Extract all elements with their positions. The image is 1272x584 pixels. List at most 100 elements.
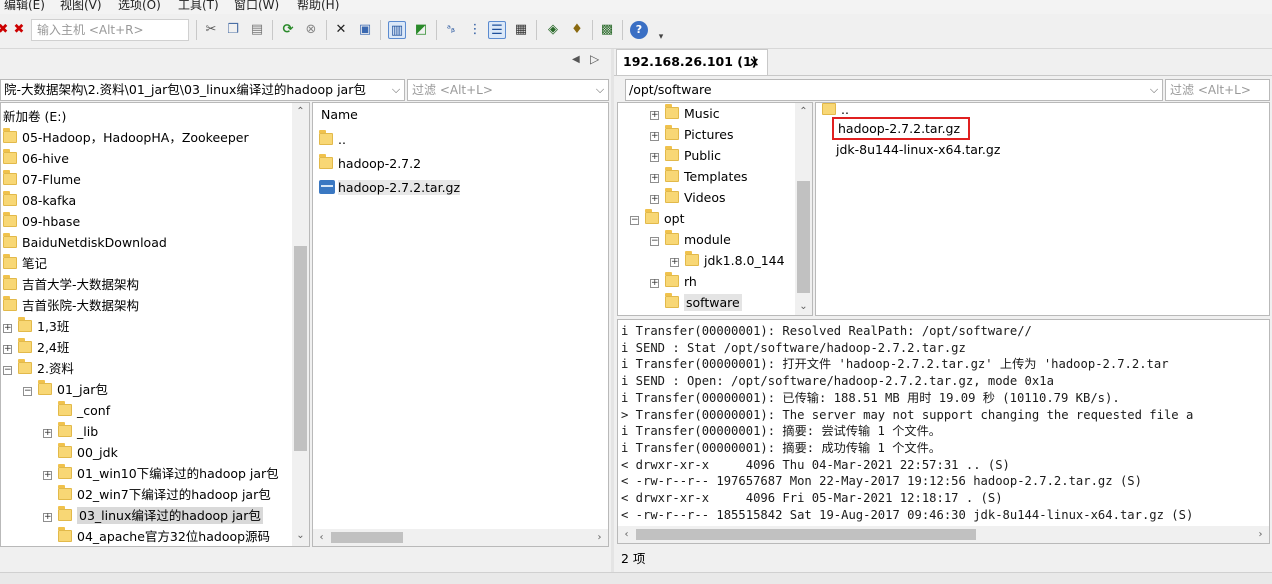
disconnect-all-icon[interactable]: ✖ <box>10 21 28 39</box>
stop-icon[interactable]: ⊗ <box>302 21 320 39</box>
tree-item[interactable]: 吉首张院-大数据架构 <box>3 295 139 316</box>
tree-item[interactable]: +2,4班 <box>3 337 69 358</box>
tree-item[interactable]: 05-Hadoop，HadoopHA，Zookeeper <box>3 127 249 148</box>
tree-item[interactable]: 04_apache官方32位hadoop源码 <box>43 526 270 546</box>
tree-item[interactable]: − 01_jar包 <box>23 379 108 400</box>
expand-icon[interactable]: + <box>650 279 659 288</box>
close-icon[interactable]: × <box>749 50 759 74</box>
scroll-left-icon[interactable]: ‹ <box>313 529 330 546</box>
tree-item[interactable]: _conf <box>43 400 110 421</box>
file-row[interactable]: hadoop-2.7.2.tar.gz <box>822 117 971 140</box>
rename-icon[interactable]: ᵃᵦ <box>442 21 460 39</box>
local-tree-scrollbar[interactable]: ⌃ ⌄ <box>292 103 309 546</box>
chevron-down-icon[interactable]: ⌵ <box>592 80 608 100</box>
tree-item[interactable]: 吉首大学-大数据架构 <box>3 274 139 295</box>
scroll-right-icon[interactable]: › <box>591 529 608 546</box>
local-filter-input[interactable]: 过滤 <Alt+L> ⌵ <box>407 79 609 101</box>
menu-window[interactable]: 窗口(W) <box>234 0 279 13</box>
expand-icon[interactable]: + <box>650 132 659 141</box>
nav-right-icon[interactable]: ▷ <box>590 52 599 66</box>
collapse-icon[interactable]: − <box>3 366 12 375</box>
delete-icon[interactable]: ✕ <box>332 21 350 39</box>
menu-edit[interactable]: 编辑(E) <box>4 0 45 13</box>
tree-item[interactable]: + jdk1.8.0_144 <box>670 250 785 271</box>
paste-icon[interactable]: ▤ <box>248 21 266 39</box>
tree-item[interactable]: BaiduNetdiskDownload <box>3 232 167 253</box>
file-row[interactable]: hadoop-2.7.2.tar.gz <box>319 177 461 198</box>
tree-item[interactable]: − 2.资料 <box>3 358 74 379</box>
tree-icon[interactable]: ⋮ <box>466 21 484 39</box>
expand-icon[interactable]: + <box>650 195 659 204</box>
tree-item[interactable]: + _lib <box>43 421 98 442</box>
collapse-icon[interactable]: − <box>650 237 659 246</box>
scroll-thumb[interactable] <box>797 181 810 293</box>
scroll-down-icon[interactable]: ⌄ <box>292 527 309 544</box>
tab-remote-session[interactable]: 192.168.26.101 (1) × <box>616 49 768 75</box>
expand-icon[interactable]: + <box>43 471 52 480</box>
tree-item[interactable]: + rh <box>650 271 697 292</box>
scroll-right-icon[interactable]: › <box>1252 526 1269 543</box>
chmod-icon[interactable]: ◈ <box>544 21 562 39</box>
expand-icon[interactable]: + <box>650 153 659 162</box>
tree-item[interactable]: − opt <box>630 208 684 229</box>
tree-item[interactable]: 06-hive <box>3 148 69 169</box>
expand-icon[interactable]: + <box>3 324 12 333</box>
tree-item[interactable]: 新加卷 (E:) <box>3 106 66 127</box>
menu-help[interactable]: 帮助(H) <box>297 0 339 13</box>
tree-item[interactable]: + Music <box>650 103 720 124</box>
scroll-thumb[interactable] <box>294 246 307 451</box>
scroll-down-icon[interactable]: ⌄ <box>795 298 812 315</box>
tree-item[interactable]: − module <box>650 229 731 250</box>
log-hscrollbar[interactable]: ‹ › <box>618 526 1269 543</box>
tree-item[interactable]: +03_linux编译过的hadoop jar包 <box>43 505 263 526</box>
remote-tree-scrollbar[interactable]: ⌃ ⌄ <box>795 103 812 315</box>
tree-item[interactable]: + Pictures <box>650 124 734 145</box>
scroll-thumb[interactable] <box>331 532 403 543</box>
collapse-icon[interactable]: − <box>630 216 639 225</box>
tree-item[interactable]: + Templates <box>650 166 748 187</box>
chevron-down-icon[interactable]: ⌵ <box>388 80 404 100</box>
help-icon[interactable]: ? <box>630 21 648 39</box>
list-icon[interactable]: ☰ <box>488 21 506 39</box>
chevron-down-icon[interactable]: ⌵ <box>1146 80 1162 100</box>
copy-icon[interactable]: ❐ <box>224 21 242 39</box>
expand-icon[interactable]: + <box>43 429 52 438</box>
expand-icon[interactable]: + <box>650 111 659 120</box>
tree-item[interactable]: 09-hbase <box>3 211 80 232</box>
local-files-hscrollbar[interactable]: ‹ › <box>313 529 608 546</box>
host-input[interactable]: 输入主机 <Alt+R> <box>31 19 189 41</box>
tree-item[interactable]: software <box>650 292 742 313</box>
tree-item[interactable]: 00_jdk <box>43 442 118 463</box>
collapse-icon[interactable]: − <box>23 387 32 396</box>
file-row[interactable]: jdk-8u144-linux-x64.tar.gz <box>822 139 1000 160</box>
remote-filter-input[interactable]: 过滤 <Alt+L> <box>1165 79 1270 101</box>
scroll-thumb[interactable] <box>636 529 976 540</box>
tree-item[interactable]: 08-kafka <box>3 190 76 211</box>
sync-icon[interactable]: ▩ <box>598 21 616 39</box>
expand-icon[interactable]: + <box>3 345 12 354</box>
bookmark-icon[interactable]: ♦ <box>568 21 586 39</box>
tree-item[interactable]: 07-Flume <box>3 169 81 190</box>
view-icon[interactable]: ▥ <box>388 21 406 39</box>
menu-view[interactable]: 视图(V) <box>60 0 102 13</box>
tree-item[interactable]: + Videos <box>650 187 726 208</box>
tree-item[interactable]: +01_win10下编译过的hadoop jar包 <box>43 463 279 484</box>
tree-item[interactable]: +1,3班 <box>3 316 69 337</box>
file-row[interactable]: .. <box>319 129 346 150</box>
toolbar-overflow-icon[interactable]: ▾ <box>652 28 670 46</box>
tree-item[interactable]: + Public <box>650 145 721 166</box>
expand-icon[interactable]: + <box>43 513 52 522</box>
upload-icon[interactable]: ◩ <box>412 21 430 39</box>
expand-icon[interactable]: + <box>670 258 679 267</box>
details-icon[interactable]: ▦ <box>512 21 530 39</box>
scroll-left-icon[interactable]: ‹ <box>618 526 635 543</box>
properties-icon[interactable]: ▣ <box>356 21 374 39</box>
cut-icon[interactable]: ✂ <box>202 21 220 39</box>
tree-item[interactable]: 02_win7下编译过的hadoop jar包 <box>43 484 271 505</box>
scroll-up-icon[interactable]: ⌃ <box>292 103 309 120</box>
column-header-name[interactable]: Name <box>321 107 358 125</box>
remote-path-input[interactable]: /opt/software ⌵ <box>625 79 1163 101</box>
expand-icon[interactable]: + <box>650 174 659 183</box>
refresh-icon[interactable]: ⟳ <box>279 21 297 39</box>
menu-tools[interactable]: 工具(T) <box>178 0 219 13</box>
